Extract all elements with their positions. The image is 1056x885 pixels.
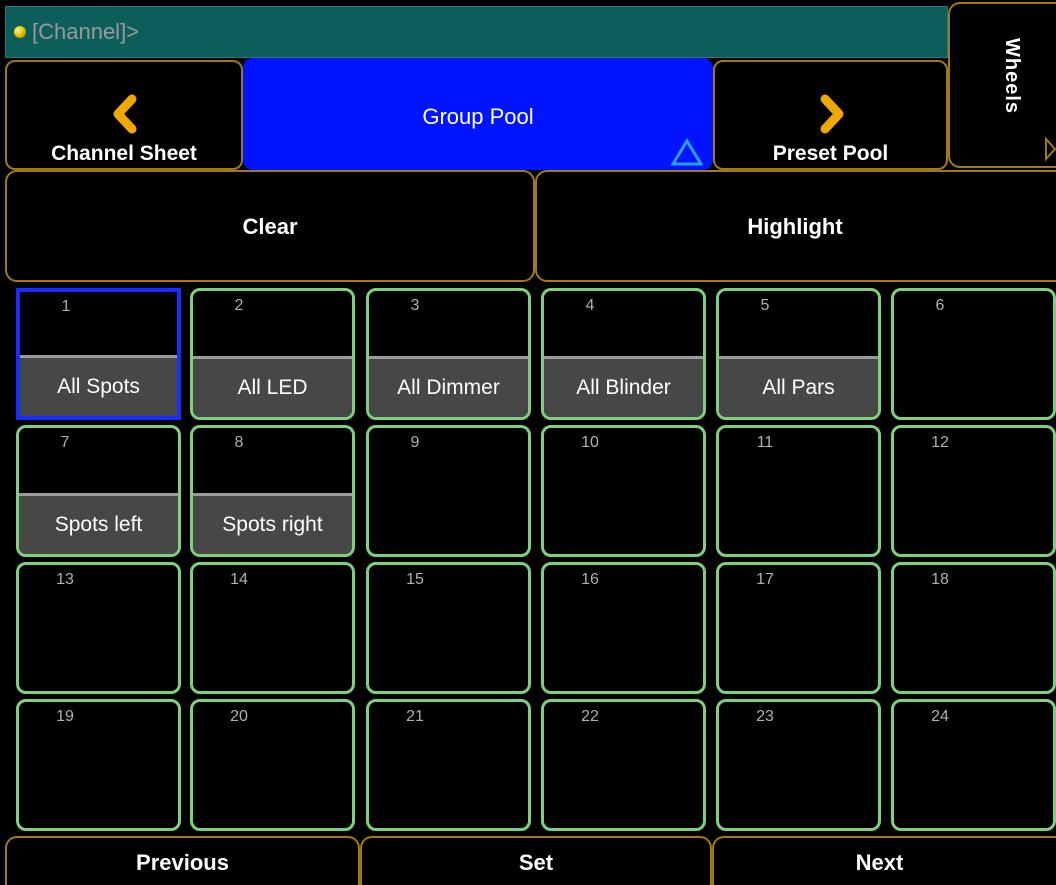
- group-number: 7: [60, 434, 70, 451]
- group-pool-label: Group Pool: [422, 104, 534, 129]
- preset-pool-button[interactable]: Preset Pool: [713, 60, 948, 170]
- group-cell-15[interactable]: 15: [366, 562, 531, 694]
- group-number: 5: [760, 297, 770, 314]
- set-button[interactable]: Set: [360, 836, 712, 885]
- group-number: 15: [406, 571, 424, 588]
- group-number: 1: [61, 298, 71, 315]
- highlight-button[interactable]: Highlight: [535, 170, 1056, 282]
- group-number: 3: [410, 297, 420, 314]
- group-number: 10: [581, 434, 599, 451]
- group-name: All Blinder: [544, 356, 703, 417]
- group-cell-10[interactable]: 10: [541, 425, 706, 557]
- group-cell-21[interactable]: 21: [366, 699, 531, 831]
- group-number: 17: [756, 571, 774, 588]
- command-line[interactable]: [Channel]>: [5, 6, 948, 58]
- group-cell-17[interactable]: 17: [716, 562, 881, 694]
- group-cell-18[interactable]: 18: [891, 562, 1056, 694]
- group-number: 22: [581, 708, 599, 725]
- group-cell-14[interactable]: 14: [190, 562, 355, 694]
- group-number: 4: [585, 297, 595, 314]
- group-number: 13: [56, 571, 74, 588]
- group-cell-1[interactable]: 1 All Spots: [16, 288, 181, 420]
- next-label: Next: [855, 850, 904, 875]
- next-button[interactable]: Next: [712, 836, 1056, 885]
- channel-sheet-button[interactable]: Channel Sheet: [5, 60, 243, 170]
- triangle-outline-icon: [671, 138, 703, 166]
- group-cell-12[interactable]: 12: [891, 425, 1056, 557]
- group-cell-24[interactable]: 24: [891, 699, 1056, 831]
- group-number: 18: [931, 571, 949, 588]
- clear-label: Clear: [242, 214, 298, 239]
- group-cell-13[interactable]: 13: [16, 562, 181, 694]
- group-cell-20[interactable]: 20: [190, 699, 355, 831]
- preset-pool-label: Preset Pool: [772, 142, 889, 165]
- group-cell-11[interactable]: 11: [716, 425, 881, 557]
- group-number: 14: [230, 571, 248, 588]
- command-line-text: [Channel]>: [32, 19, 140, 44]
- group-number: 6: [935, 297, 945, 314]
- group-name: All Pars: [719, 356, 878, 417]
- group-cell-6[interactable]: 6: [891, 288, 1056, 420]
- previous-label: Previous: [136, 850, 229, 875]
- group-cell-4[interactable]: 4 All Blinder: [541, 288, 706, 420]
- group-name: All LED: [193, 356, 352, 417]
- group-number: 2: [234, 297, 244, 314]
- wheels-label: Wheels: [1001, 38, 1023, 115]
- status-dot-icon: [14, 26, 26, 38]
- group-number: 16: [581, 571, 599, 588]
- highlight-label: Highlight: [747, 214, 843, 239]
- group-number: 21: [406, 708, 424, 725]
- chevron-left-icon: [113, 94, 137, 134]
- clear-button[interactable]: Clear: [5, 170, 535, 282]
- group-cell-5[interactable]: 5 All Pars: [716, 288, 881, 420]
- group-cell-8[interactable]: 8 Spots right: [190, 425, 355, 557]
- group-cell-9[interactable]: 9: [366, 425, 531, 557]
- group-cell-3[interactable]: 3 All Dimmer: [366, 288, 531, 420]
- channel-sheet-label: Channel Sheet: [51, 142, 197, 165]
- group-number: 12: [931, 434, 949, 451]
- group-number: 9: [410, 434, 420, 451]
- group-number: 20: [230, 708, 248, 725]
- group-number: 19: [56, 708, 74, 725]
- group-number: 24: [931, 708, 949, 725]
- group-cell-2[interactable]: 2 All LED: [190, 288, 355, 420]
- group-cell-7[interactable]: 7 Spots left: [16, 425, 181, 557]
- group-pool-tab[interactable]: Group Pool: [243, 58, 713, 170]
- group-name: All Dimmer: [369, 356, 528, 417]
- group-name: Spots right: [193, 493, 352, 554]
- group-cell-22[interactable]: 22: [541, 699, 706, 831]
- group-number: 11: [756, 434, 774, 451]
- group-number: 8: [234, 434, 244, 451]
- group-name: Spots left: [19, 493, 178, 554]
- chevron-right-icon: [820, 94, 844, 134]
- set-label: Set: [518, 850, 554, 875]
- group-cell-19[interactable]: 19: [16, 699, 181, 831]
- triangle-right-icon: [1045, 136, 1056, 162]
- group-cell-23[interactable]: 23: [716, 699, 881, 831]
- group-cell-16[interactable]: 16: [541, 562, 706, 694]
- group-number: 23: [756, 708, 774, 725]
- wheels-button[interactable]: Wheels: [948, 2, 1056, 168]
- group-name: All Spots: [20, 355, 177, 416]
- previous-button[interactable]: Previous: [5, 836, 360, 885]
